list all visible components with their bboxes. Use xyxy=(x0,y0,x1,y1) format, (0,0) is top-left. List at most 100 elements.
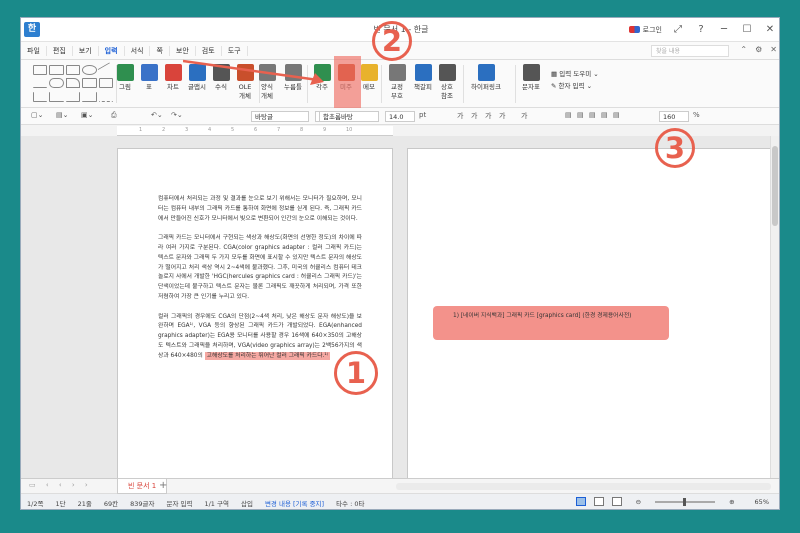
menu-edit[interactable]: 편집 xyxy=(47,45,73,56)
paragraph-3[interactable]: 컬러 그래픽의 경우에도 CGA의 단점(2~4색 처리, 낮은 해상도 문자 … xyxy=(158,313,362,362)
horizontal-ruler: 1 2 3 4 5 6 7 8 9 10 xyxy=(117,126,393,136)
page-1[interactable]: 컴퓨터에서 처리되는 과정 및 결과를 눈으로 보기 위해서는 모니터가 필요하… xyxy=(117,148,393,488)
strikethrough-icon[interactable]: 가 xyxy=(499,111,505,121)
status-col: 69칸 xyxy=(103,499,119,508)
align-right-icon[interactable]: ▤ xyxy=(589,111,596,119)
zoom-slider[interactable] xyxy=(655,497,716,506)
document-canvas[interactable]: 컴퓨터에서 처리되는 과정 및 결과를 눈으로 보기 위해서는 모니터가 필요하… xyxy=(21,136,772,488)
shape-ellipse-icon[interactable] xyxy=(82,65,97,75)
ribbon-toolbar: 그림 표 차트 글맵시 수식 OLE 개체 양식 개체 누름틀 각주 미주 메모… xyxy=(21,60,779,108)
paragraph-1[interactable]: 컴퓨터에서 처리되는 과정 및 결과를 눈으로 보기 위해서는 모니터가 필요하… xyxy=(158,195,362,224)
tab-navigation[interactable]: ▭ ‹ ‹ › › xyxy=(29,481,92,489)
scroll-thumb[interactable] xyxy=(772,146,778,226)
status-page[interactable]: 1/2쪽 xyxy=(21,498,49,508)
help-icon[interactable]: ? xyxy=(694,23,708,37)
shape-curve-icon[interactable] xyxy=(49,78,64,89)
normal-view-icon[interactable] xyxy=(575,497,586,506)
shape-connector-icon[interactable] xyxy=(49,91,64,102)
paragraph-2[interactable]: 그래픽 카드는 모니터에서 구현되는 색상과 해상도(화면의 선명한 정도)의 … xyxy=(158,234,362,303)
login-button[interactable]: 로그인 xyxy=(628,25,662,35)
status-typing: 타수 : 0타 xyxy=(336,499,365,508)
annotation-one: 1 xyxy=(334,351,378,395)
open-icon[interactable]: ▤⌄ xyxy=(56,111,68,119)
input-assist-button[interactable]: ▦ 입력 도우미 ⌄ xyxy=(551,68,599,78)
size-unit-label: pt xyxy=(419,111,427,119)
app-logo-icon: 한 xyxy=(24,22,40,37)
status-insert[interactable]: 삽입 xyxy=(235,498,259,508)
web-view-icon[interactable] xyxy=(593,497,604,506)
zoom-out-icon[interactable]: ⊖ xyxy=(630,498,647,506)
highlighted-sentence[interactable]: 고해상도를 처리하는 뛰어난 컬러 그래픽 카드다.¹⁾ xyxy=(204,351,331,360)
ribbon-separator xyxy=(463,65,464,103)
crossref-button[interactable]: 상호 참조 xyxy=(433,64,461,101)
style-select[interactable]: 바탕글 xyxy=(251,111,309,122)
zoom-slider-thumb[interactable] xyxy=(683,497,687,506)
underline-icon[interactable]: 가 xyxy=(485,111,491,121)
proof-mark-button[interactable]: 교정 부호 xyxy=(383,64,411,101)
status-track[interactable]: 변경 내용 [기록 중지] xyxy=(259,498,330,508)
zoom-input[interactable]: 160 xyxy=(659,111,689,122)
italic-icon[interactable]: 가 xyxy=(471,111,477,121)
shape-connector-icon[interactable] xyxy=(65,91,81,102)
hanja-input-button[interactable]: ✎ 한자 입력 ⌄ xyxy=(551,80,592,90)
chevron-up-icon[interactable]: ⌃ xyxy=(740,45,747,54)
menu-page[interactable]: 쪽 xyxy=(150,45,170,56)
menu-review[interactable]: 검토 xyxy=(196,45,222,56)
redo-icon[interactable]: ↷⌄ xyxy=(171,111,183,119)
menu-view[interactable]: 보기 xyxy=(73,45,99,56)
body-text[interactable]: 컴퓨터에서 처리되는 과정 및 결과를 눈으로 보기 위해서는 모니터가 필요하… xyxy=(158,195,362,371)
distribute-icon[interactable]: ▤ xyxy=(613,111,620,119)
shape-arc-icon[interactable] xyxy=(65,78,81,89)
horizontal-scrollbar[interactable] xyxy=(396,483,771,490)
ribbon-separator xyxy=(515,65,516,103)
undo-icon[interactable]: ↶⌄ xyxy=(151,111,163,119)
new-doc-icon[interactable]: ▢⌄ xyxy=(31,111,43,119)
menu-format[interactable]: 서식 xyxy=(125,45,151,56)
shape-connector-icon[interactable] xyxy=(33,91,48,102)
endnote-highlight xyxy=(334,56,361,109)
print-icon[interactable]: ⎙ xyxy=(111,111,117,120)
hyperlink-label: 하이퍼링크 xyxy=(471,83,501,91)
align-center-icon[interactable]: ▤ xyxy=(577,111,584,119)
menu-tools[interactable]: 도구 xyxy=(222,45,248,56)
footnote-box[interactable]: 1) [네이버 지식백과] 그래픽 카드 [graphics card] (한경… xyxy=(433,306,669,340)
menu-insert[interactable]: 입력 xyxy=(99,45,125,56)
shape-poly-icon[interactable] xyxy=(82,78,97,89)
shape-rect-icon[interactable] xyxy=(49,65,64,75)
font-color-icon[interactable]: 가 xyxy=(521,111,527,121)
picture-icon xyxy=(116,64,134,81)
proof-label: 교정 부호 xyxy=(391,83,403,100)
justify-icon[interactable]: ▤ xyxy=(601,111,608,119)
vertical-scrollbar[interactable] xyxy=(770,136,779,478)
page-view-icon[interactable] xyxy=(611,497,622,506)
search-input[interactable]: 찾을 내용 xyxy=(651,45,729,57)
annotation-two: 2 xyxy=(372,21,412,61)
shape-connector-icon[interactable] xyxy=(82,91,97,102)
shape-gallery[interactable] xyxy=(33,62,115,103)
menu-security[interactable]: 보안 xyxy=(170,45,196,56)
font-select[interactable]: 함초롬바탕 xyxy=(319,111,379,122)
expand-icon[interactable]: ⤢ xyxy=(671,23,685,37)
restore-icon[interactable]: ✕ xyxy=(770,45,777,54)
close-button[interactable]: ✕ xyxy=(763,23,777,37)
annotation-arrow xyxy=(183,59,324,85)
menu-file[interactable]: 파일 xyxy=(21,45,47,56)
settings-icon[interactable]: ⚙ xyxy=(755,45,762,54)
bookmark-label: 책갈피 xyxy=(414,83,432,91)
minimize-button[interactable]: ─ xyxy=(717,23,731,37)
zoom-in-icon[interactable]: ⊕ xyxy=(723,498,740,506)
maximize-button[interactable]: ☐ xyxy=(740,23,754,37)
shape-connector-icon[interactable] xyxy=(98,92,113,102)
shape-rect-icon[interactable] xyxy=(33,65,48,75)
menu-right-controls: ⌃ ⚙ ✕ xyxy=(740,45,777,54)
symbol-button[interactable]: 문자표 xyxy=(517,64,545,92)
save-icon[interactable]: ▣⌄ xyxy=(81,111,93,119)
input-assist-label: 입력 도우미 xyxy=(559,70,592,78)
add-tab-button[interactable]: + xyxy=(159,480,167,491)
align-left-icon[interactable]: ▤ xyxy=(565,111,572,119)
shape-line-icon[interactable] xyxy=(33,78,48,89)
hyperlink-button[interactable]: 하이퍼링크 xyxy=(465,64,507,92)
font-size-input[interactable]: 14.0 xyxy=(385,111,415,122)
shape-rect-icon[interactable] xyxy=(65,65,81,75)
bold-icon[interactable]: 가 xyxy=(457,111,463,121)
